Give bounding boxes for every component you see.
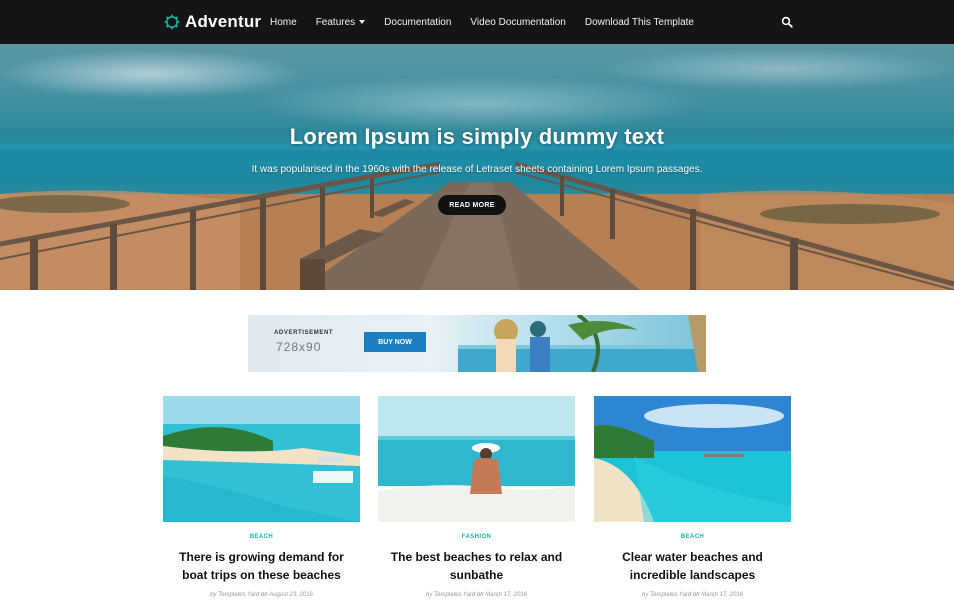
- meta-on: on: [261, 592, 268, 598]
- meta-on: on: [692, 592, 700, 598]
- top-navbar: Adventur Home Features Documentation Vid…: [0, 0, 954, 44]
- post-author[interactable]: Templates Yard: [650, 592, 691, 598]
- post-date: August 23, 2016: [269, 592, 313, 598]
- post-meta: by Templates Yard on March 17, 2016: [378, 592, 575, 598]
- meta-by: by: [426, 592, 433, 598]
- buy-now-button[interactable]: BUY NOW: [364, 332, 426, 352]
- post-title[interactable]: The best beaches to relax and sunbathe: [378, 548, 575, 584]
- post-thumbnail[interactable]: [594, 396, 791, 522]
- gear-icon: [164, 14, 180, 30]
- post-card: BEACH Clear water beaches and incredible…: [594, 396, 791, 598]
- read-more-button[interactable]: READ MORE: [438, 195, 506, 215]
- caret-down-icon: [359, 20, 366, 24]
- post-date: March 17, 2016: [701, 592, 743, 598]
- post-title[interactable]: Clear water beaches and incredible lands…: [594, 548, 791, 584]
- post-author[interactable]: Templates Yard: [434, 592, 475, 598]
- meta-by: by: [642, 592, 649, 598]
- hero-title: Lorem Ipsum is simply dummy text: [289, 124, 665, 149]
- post-author[interactable]: Templates Yard: [218, 592, 259, 598]
- nav-item-label: Video Documentation: [470, 16, 566, 28]
- post-category[interactable]: FASHION: [378, 534, 575, 540]
- brand-logo[interactable]: Adventur: [164, 0, 261, 44]
- post-category[interactable]: BEACH: [163, 534, 360, 540]
- nav-item-download-template[interactable]: Download This Template: [585, 17, 694, 28]
- post-meta: by Templates Yard on August 23, 2016: [163, 592, 360, 598]
- search-icon[interactable]: [781, 16, 793, 28]
- nav-item-documentation[interactable]: Documentation: [384, 17, 451, 28]
- ad-label: ADVERTISEMENT: [274, 330, 334, 336]
- meta-on: on: [476, 592, 484, 598]
- post-thumbnail[interactable]: [163, 396, 360, 522]
- nav-item-label: Features: [315, 16, 356, 28]
- brand-name: Adventur: [185, 12, 262, 31]
- nav-item-label: Documentation: [384, 16, 452, 28]
- hero-banner: Lorem Ipsum is simply dummy text It was …: [0, 44, 954, 290]
- nav-item-home[interactable]: Home: [270, 17, 297, 28]
- main-nav: Home Features Documentation Video Docume…: [270, 0, 713, 44]
- post-card: FASHION The best beaches to relax and su…: [378, 396, 575, 598]
- hero-subtitle: It was popularised in the 1960s with the…: [251, 164, 703, 175]
- post-category[interactable]: BEACH: [594, 534, 791, 540]
- post-card: BEACH There is growing demand for boat t…: [163, 396, 360, 598]
- ad-size: 728x90: [276, 340, 322, 354]
- post-title[interactable]: There is growing demand for boat trips o…: [163, 548, 360, 584]
- nav-item-label: Home: [270, 16, 297, 28]
- meta-by: by: [210, 592, 217, 598]
- nav-item-label: Download This Template: [584, 16, 694, 28]
- post-thumbnail[interactable]: [378, 396, 575, 522]
- nav-item-video-documentation[interactable]: Video Documentation: [470, 17, 565, 28]
- advertisement-banner[interactable]: ADVERTISEMENT 728x90 BUY NOW: [248, 315, 706, 372]
- post-meta: by Templates Yard on March 17, 2016: [594, 592, 791, 598]
- post-date: March 17, 2016: [485, 592, 527, 598]
- nav-item-features[interactable]: Features: [315, 16, 366, 28]
